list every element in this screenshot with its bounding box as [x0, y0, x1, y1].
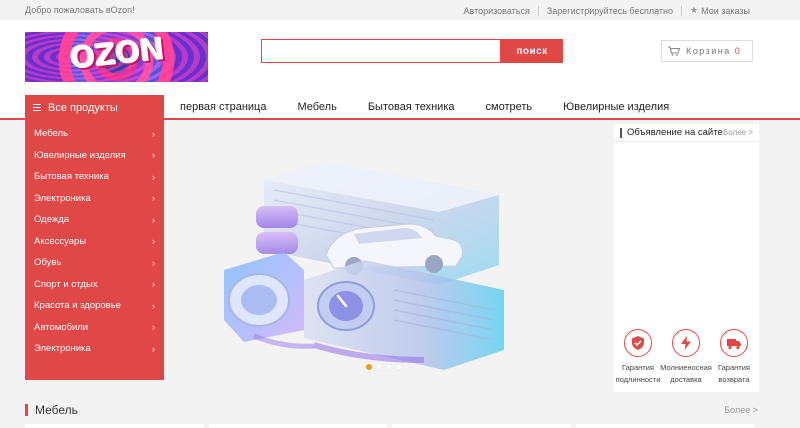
lightning-icon: [672, 329, 700, 357]
product-card[interactable]: [25, 424, 204, 428]
sidebar-item-label: Автомобили: [34, 321, 89, 333]
chevron-right-icon: ›: [152, 279, 155, 290]
nav-link-furniture[interactable]: Мебель: [297, 101, 336, 113]
shield-check-icon: [624, 329, 652, 357]
star-icon: ★: [690, 5, 699, 15]
nav-link-watch[interactable]: смотреть: [486, 101, 533, 113]
sidebar-item-label: Спорт и отдых: [34, 278, 98, 290]
announcement-header: Объявление на сайте Более >: [614, 124, 759, 142]
chevron-right-icon: ›: [152, 214, 155, 225]
sidebar-item-jewelry[interactable]: Ювелирные изделия ›: [25, 145, 164, 167]
divider: [537, 5, 539, 16]
sidebar-item-electronics[interactable]: Электроника ›: [25, 188, 164, 210]
sidebar-item-clothing[interactable]: Одежда ›: [25, 209, 164, 231]
sidebar-item-label: Ювелирные изделия: [34, 149, 126, 161]
carousel-dot[interactable]: [386, 364, 392, 370]
section-more-link[interactable]: Более >: [724, 405, 758, 415]
category-sidebar: Мебель › Ювелирные изделия › Бытовая техни…: [25, 120, 164, 380]
top-links: Авторизоваться Зарегистрируйтесь бесплат…: [464, 5, 750, 16]
sidebar-item-beauty[interactable]: Красота и здоровье ›: [25, 295, 164, 317]
section-title-marker: [25, 404, 28, 416]
promo-banner[interactable]: [164, 120, 614, 380]
carousel-dots: [366, 364, 406, 370]
nav-link-home[interactable]: первая страница: [180, 101, 266, 113]
carousel-dot[interactable]: [396, 364, 402, 370]
sidebar-item-furniture[interactable]: Мебель ›: [25, 123, 164, 145]
shopping-cart-icon: [668, 46, 680, 56]
feature-label: Молниеносная доставка: [660, 363, 712, 384]
top-bar: Добро пожаловать вOzon! Авторизоваться З…: [0, 0, 800, 20]
ozon-logo[interactable]: OZON: [25, 32, 208, 82]
product-card[interactable]: [208, 424, 387, 428]
chevron-right-icon: ›: [152, 257, 155, 268]
sidebar-item-label: Одежда: [34, 214, 70, 226]
feature-authenticity: Гарантия подлинности: [614, 329, 662, 386]
announcement-panel: Объявление на сайте Более > Гарантия подл…: [614, 124, 759, 392]
feature-label: Гарантия подлинности: [615, 363, 661, 384]
product-cards: [25, 424, 759, 428]
feature-list: Гарантия подлинности Молниеносная доставка…: [614, 329, 759, 386]
main-nav: Все продукты первая страница Мебель Быто…: [0, 95, 800, 120]
search-button[interactable]: поиск: [501, 39, 563, 63]
chevron-right-icon: ›: [152, 322, 155, 333]
truck-icon: [720, 329, 748, 357]
my-orders-link[interactable]: Мои заказы: [701, 6, 750, 16]
sidebar-item-shoes[interactable]: Обувь ›: [25, 252, 164, 274]
chevron-right-icon: ›: [152, 300, 155, 311]
section-title: Мебель: [35, 403, 78, 417]
title-bar-marker: [620, 127, 622, 138]
sidebar-item-label: Красота и здоровье: [34, 300, 121, 312]
sidebar-item-accessories[interactable]: Аксессуары ›: [25, 231, 164, 253]
sidebar-item-label: Мебель: [34, 128, 68, 140]
carousel-dot[interactable]: [376, 364, 382, 370]
carousel-dot[interactable]: [366, 364, 372, 370]
nav-link-jewelry[interactable]: Ювелирные изделия: [563, 101, 669, 113]
feature-fast-delivery: Молниеносная доставка: [660, 329, 712, 386]
sidebar-item-label: Электроника: [34, 343, 91, 355]
chevron-right-icon: ›: [152, 171, 155, 182]
furniture-section: Мебель Более >: [0, 398, 800, 428]
all-products-label: Все продукты: [48, 101, 118, 114]
sidebar-item-sports[interactable]: Спорт и отдых ›: [25, 274, 164, 296]
sidebar-item-electronics-2[interactable]: Электроника ›: [25, 338, 164, 360]
all-products-button[interactable]: Все продукты: [25, 95, 164, 120]
register-link[interactable]: Зарегистрируйтесь бесплатно: [547, 6, 673, 16]
divider: [681, 5, 683, 16]
sidebar-item-cars[interactable]: Автомобили ›: [25, 317, 164, 339]
feature-label: Гарантия возврата: [718, 363, 750, 384]
nav-links: первая страница Мебель Бытовая техника с…: [180, 95, 669, 118]
feature-return: Гарантия возврата: [710, 329, 758, 386]
menu-icon: [33, 102, 41, 113]
cart-button[interactable]: Корзина 0: [661, 40, 753, 62]
product-card[interactable]: [575, 424, 754, 428]
welcome-text: Добро пожаловать вOzon!: [25, 5, 135, 15]
product-card[interactable]: [392, 424, 571, 428]
sidebar-item-label: Электроника: [34, 192, 91, 204]
search-input[interactable]: [261, 39, 501, 63]
chevron-right-icon: ›: [152, 236, 155, 247]
sidebar-item-appliances[interactable]: Бытовая техника ›: [25, 166, 164, 188]
chevron-right-icon: ›: [152, 343, 155, 354]
header: OZON поиск Корзина 0: [0, 20, 800, 95]
sidebar-item-label: Аксессуары: [34, 235, 87, 247]
cart-count: 0: [734, 46, 740, 56]
announcement-more-link[interactable]: Более >: [723, 128, 753, 137]
chevron-right-icon: ›: [152, 128, 155, 139]
chevron-right-icon: ›: [152, 193, 155, 204]
login-link[interactable]: Авторизоваться: [464, 6, 530, 16]
banner-illustration: [224, 162, 504, 370]
sidebar-item-label: Бытовая техника: [34, 171, 109, 183]
nav-link-appliances[interactable]: Бытовая техника: [368, 101, 455, 113]
cart-label: Корзина: [686, 46, 731, 56]
sidebar-item-label: Обувь: [34, 257, 62, 269]
chevron-right-icon: ›: [152, 150, 155, 161]
announcement-title: Объявление на сайте: [627, 127, 723, 138]
